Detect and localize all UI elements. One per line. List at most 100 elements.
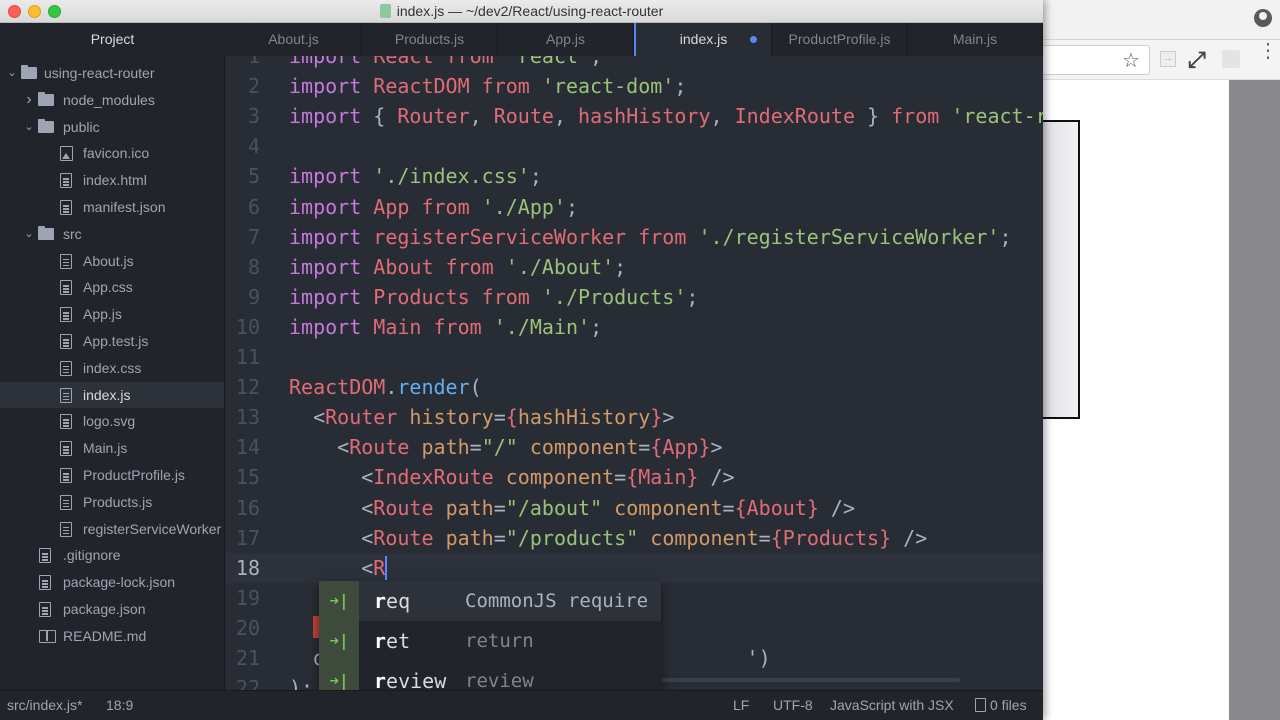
status-line-ending[interactable]: LF <box>733 691 749 720</box>
tab-app-js[interactable]: App.js <box>498 23 634 56</box>
code-token: Router <box>325 405 398 430</box>
file-icon <box>379 4 391 18</box>
tree-file[interactable]: logo.svg <box>0 408 224 434</box>
code-token: = <box>493 405 506 430</box>
line-number: 19 <box>235 585 260 610</box>
line-number: 2 <box>247 74 260 99</box>
tree-file[interactable]: App.js <box>0 301 224 327</box>
code-token: Products <box>373 284 470 309</box>
code-token: './index.css' <box>373 164 530 189</box>
tree-file[interactable]: favicon.ico <box>0 140 224 166</box>
tree-folder[interactable]: ⌄ public <box>0 114 224 140</box>
code-token: < <box>289 495 374 520</box>
code-text: ReactDOM.render( <box>289 372 482 402</box>
code-token: import <box>289 254 362 279</box>
tab-label: index.js <box>679 31 728 47</box>
snippet-tab-icon: ➜| <box>319 581 359 621</box>
code-line: 17 <Route path="/products" component={Pr… <box>226 523 1043 553</box>
tree-item-label: node_modules <box>63 91 155 108</box>
status-git[interactable]: 0 files <box>975 691 1027 720</box>
kebab-menu-icon[interactable]: ⋮ <box>1258 41 1278 61</box>
tree-file[interactable]: registerServiceWorker <box>0 516 224 542</box>
tree-file[interactable]: About.js <box>0 248 224 274</box>
tree-file[interactable]: App.css <box>0 274 224 300</box>
tree-folder[interactable]: ⌄ using-react-router <box>0 60 224 86</box>
tree-file[interactable]: README.md <box>0 623 224 649</box>
fullscreen-icon[interactable]: ⤢ <box>1188 47 1206 73</box>
horizontal-scrollbar[interactable] <box>660 678 960 682</box>
tab-main-js[interactable]: Main.js <box>908 23 1043 56</box>
autocomplete-item[interactable]: ➜| ret return <box>319 621 661 661</box>
code-token: component <box>505 465 615 490</box>
tree-file[interactable]: Products.js <box>0 489 224 515</box>
code-token: import <box>289 74 362 99</box>
tree-file[interactable]: index.html <box>0 167 224 193</box>
tree-item-label: Main.js <box>83 440 128 457</box>
extension-icon[interactable]: → <box>1160 51 1176 67</box>
chevron-down-icon[interactable]: ⌄ <box>23 114 35 140</box>
tab-productprofile-js[interactable]: ProductProfile.js <box>772 23 908 56</box>
file-icon <box>39 548 51 564</box>
tree-file[interactable]: index.js <box>0 381 224 408</box>
tab-index-js[interactable]: index.js <box>636 23 772 56</box>
code-token: './Main' <box>493 314 591 339</box>
chevron-down-icon[interactable]: ⌄ <box>23 221 35 247</box>
code-token: render <box>397 375 470 400</box>
tree-file[interactable]: App.test.js <box>0 328 224 354</box>
code-token: Route <box>373 495 434 520</box>
code-text: import Products from './Products'; <box>289 282 698 312</box>
code-token: 'react-router' <box>951 104 1043 129</box>
tree-file[interactable]: package-lock.json <box>0 569 224 595</box>
code-token: './App' <box>481 194 566 219</box>
file-icon <box>60 280 72 296</box>
bookmark-star-icon[interactable]: ☆ <box>1122 48 1140 73</box>
tree-file[interactable]: manifest.json <box>0 194 224 220</box>
tab-about-js[interactable]: About.js <box>226 23 362 56</box>
tab-products-js[interactable]: Products.js <box>362 23 498 56</box>
browser-scrollbar[interactable] <box>1229 80 1280 720</box>
title-bar: index.js — ~/dev2/React/using-react-rout… <box>0 0 1043 23</box>
tree-item-label: App.js <box>83 306 122 323</box>
code-token: } <box>855 104 892 129</box>
tree-file[interactable]: .gitignore <box>0 542 224 568</box>
tree-file[interactable]: ProductProfile.js <box>0 462 224 488</box>
tree-file[interactable]: package.json <box>0 596 224 622</box>
tree-item-label: index.html <box>83 172 147 189</box>
tree-file[interactable]: index.css <box>0 355 224 381</box>
tree-item-label: .gitignore <box>63 547 121 564</box>
status-file-path[interactable]: src/index.js* <box>7 691 82 720</box>
autocomplete-item[interactable]: ➜| req CommonJS require <box>319 581 661 621</box>
file-icon <box>60 334 72 349</box>
status-grammar[interactable]: JavaScript with JSX <box>830 691 954 720</box>
code-token: , <box>553 104 579 129</box>
chevron-down-icon[interactable]: ⌄ <box>6 60 18 86</box>
profile-icon[interactable] <box>1254 9 1272 27</box>
tree-folder[interactable]: › node_modules <box>0 87 224 113</box>
code-token: from <box>421 194 470 219</box>
status-cursor-position[interactable]: 18:9 <box>106 691 133 720</box>
folder-icon <box>38 225 54 240</box>
code-token: "/" <box>481 435 518 460</box>
tree-folder[interactable]: ⌄ src <box>0 221 224 247</box>
tree-item-label: App.css <box>83 279 133 296</box>
line-number: 5 <box>247 164 260 189</box>
react-devtools-icon[interactable] <box>1222 50 1240 68</box>
tree-file[interactable]: Main.js <box>0 435 224 461</box>
code-token: registerServiceWorker <box>373 224 627 249</box>
code-token: component <box>614 495 723 520</box>
code-token: React <box>373 56 434 68</box>
code-token: from <box>638 224 687 249</box>
chevron-right-icon[interactable]: › <box>23 87 35 113</box>
status-encoding[interactable]: UTF-8 <box>773 691 813 720</box>
line-number: 16 <box>235 495 260 520</box>
code-token: {Main} <box>626 465 699 490</box>
tree-item-label: src <box>63 225 82 242</box>
